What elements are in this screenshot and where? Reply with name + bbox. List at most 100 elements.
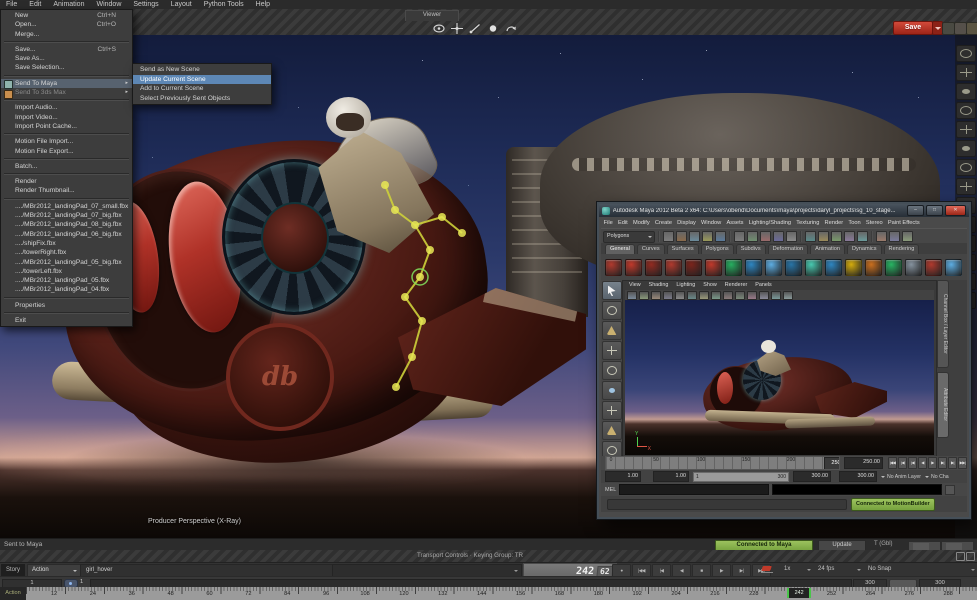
status-line-icon[interactable] (663, 231, 674, 242)
anim-layer-dropdown[interactable]: No Anim Layer (887, 474, 921, 480)
file-menu-item-mbr2012-landingpad-07-small-fbx[interactable]: ..../MBr2012_landingPad_07_small.fbx (1, 202, 132, 211)
maya-menu-toon[interactable]: Toon (846, 220, 864, 226)
anim-end-field[interactable]: 300.00 (839, 471, 877, 482)
action-track-label[interactable]: Action (0, 587, 26, 600)
file-menu-item-motion-file-export[interactable]: Motion File Export... (1, 147, 132, 156)
maya-titlebar[interactable]: Autodesk Maya 2012 Beta 2 x64: C:\Users\… (599, 204, 969, 217)
shelf-icon[interactable] (805, 259, 822, 276)
side-tab-channel-box[interactable]: Channel Box / Layer Editor (937, 280, 949, 368)
maya-menu-edit[interactable]: Edit (615, 220, 630, 226)
mel-input[interactable] (619, 484, 769, 495)
shelf-tab-curves[interactable]: Curves (637, 244, 665, 254)
menubar-item-edit[interactable]: Edit (23, 0, 47, 9)
shelf-icon[interactable] (845, 259, 862, 276)
go-to-start-button[interactable]: |◀◀ (888, 457, 897, 469)
maya-menu-render[interactable]: Render (822, 220, 846, 226)
character-dropdown[interactable]: No Cha (931, 474, 949, 480)
dolly-icon[interactable] (486, 22, 499, 34)
status-line-icon[interactable] (715, 231, 726, 242)
pan-icon[interactable] (450, 22, 463, 34)
file-menu-item-mbr2012-landingpad-05-big-fbx[interactable]: ..../MBr2012_landingPad_05_big.fbx (1, 258, 132, 267)
panel-toolbar-icon[interactable] (711, 291, 721, 300)
status-line-icon[interactable] (902, 231, 913, 242)
current-time-field[interactable]: 250.00 (844, 457, 883, 469)
maya-menu-window[interactable]: Window (698, 220, 723, 226)
dock-icon[interactable] (956, 552, 965, 561)
panel-toolbar-icon[interactable] (651, 291, 661, 300)
story-tab[interactable]: Story (1, 564, 25, 576)
viewer-tab[interactable]: Viewer (405, 10, 459, 21)
file-menu-item-mbr2012-landingpad-05-fbx[interactable]: ..../MBr2012_landingPad_05.fbx (1, 276, 132, 285)
status-line-icon[interactable] (689, 231, 700, 242)
panel-toolbar-icon[interactable] (783, 291, 793, 300)
scale-icon[interactable] (956, 102, 976, 119)
panel-menu-panels[interactable]: Panels (751, 282, 775, 288)
maya-menu-stereo[interactable]: Stereo (863, 220, 885, 226)
character-caret[interactable] (925, 476, 929, 480)
status-line-icon[interactable] (786, 231, 797, 242)
panel-toolbar-icon[interactable] (627, 291, 637, 300)
panel-toolbar-icon[interactable] (759, 291, 769, 300)
maya-menu-lighting-shading[interactable]: Lighting/Shading (746, 220, 794, 226)
status-line-icon[interactable] (889, 231, 900, 242)
translate-icon[interactable] (956, 64, 976, 81)
status-line-icon[interactable] (857, 231, 868, 242)
scale-tool[interactable] (602, 381, 622, 400)
menubar-item-help[interactable]: Help (250, 0, 276, 9)
panel-toolbar-icon[interactable] (687, 291, 697, 300)
status-line-icon[interactable] (702, 231, 713, 242)
close-button[interactable]: ✕ (945, 205, 966, 216)
shelf-tab-general[interactable]: General (605, 244, 635, 254)
maya-menu-display[interactable]: Display (675, 220, 699, 226)
play-button[interactable]: ▶ (928, 457, 937, 469)
revert-view-icon[interactable] (504, 22, 517, 34)
panel-toolbar-icon[interactable] (675, 291, 685, 300)
show-manipulator-tool[interactable] (602, 421, 622, 440)
submenu-item-select-previously-sent-objects[interactable]: Select Previously Sent Objects (133, 94, 271, 104)
maya-3d-viewport[interactable]: Y X (625, 300, 934, 455)
file-menu-item-open[interactable]: Open...Ctrl+O (1, 20, 132, 29)
status-line-icon[interactable] (831, 231, 842, 242)
file-menu-item-render-thumbnail[interactable]: Render Thumbnail... (1, 186, 132, 195)
menu-set-dropdown[interactable]: Polygons (603, 231, 655, 243)
panel-toolbar-icon[interactable] (735, 291, 745, 300)
shelf-tab-dynamics[interactable]: Dynamics (847, 244, 882, 254)
shelf-icon[interactable] (605, 259, 622, 276)
panel-toolbar-icon[interactable] (639, 291, 649, 300)
file-menu-item-new[interactable]: NewCtrl+N (1, 11, 132, 20)
orbit-icon[interactable] (432, 22, 445, 34)
range-slider-bar[interactable]: 1 300 (694, 473, 788, 481)
file-menu-item-import-audio[interactable]: Import Audio... (1, 103, 132, 112)
anim-start-field[interactable]: 1.00 (605, 471, 641, 482)
file-menu-item-towerright-fbx[interactable]: ..../towerRight.fbx (1, 248, 132, 257)
maya-menu-create[interactable]: Create (652, 220, 674, 226)
maya-menu-file[interactable]: File (601, 220, 615, 226)
maya-time-slider[interactable]: 050100150200250250 (605, 456, 840, 470)
shelf-tab-surfaces[interactable]: Surfaces (667, 244, 699, 254)
playback-end-field[interactable]: 300.00 (793, 471, 831, 482)
shelf-icon[interactable] (885, 259, 902, 276)
panel-toolbar-icon[interactable] (747, 291, 757, 300)
status-line-icon[interactable] (747, 231, 758, 242)
viewer-3d-viewport[interactable]: db Producer Perspective (X-Ray) Autod (0, 35, 977, 538)
shelf-icon[interactable] (725, 259, 742, 276)
play-reverse-button[interactable]: ◀ (918, 457, 927, 469)
shelf-tab-animation[interactable]: Animation (810, 244, 845, 254)
file-menu-item-properties[interactable]: Properties (1, 301, 132, 310)
status-line-icon[interactable] (734, 231, 745, 242)
menubar-item-window[interactable]: Window (90, 0, 127, 9)
snap-dropdown[interactable]: No Snap (864, 564, 977, 576)
step-back-key-button[interactable]: |◀ (898, 457, 907, 469)
shelf-icon[interactable] (665, 259, 682, 276)
menubar-item-settings[interactable]: Settings (127, 0, 164, 9)
shelf-icon[interactable] (685, 259, 702, 276)
menubar-item-layout[interactable]: Layout (165, 0, 198, 9)
maya-menu-paint-effects[interactable]: Paint Effects (885, 220, 922, 226)
menubar-item-animation[interactable]: Animation (47, 0, 90, 9)
file-menu-item-mbr2012-landingpad-07-big-fbx[interactable]: ..../MBr2012_landingPad_07_big.fbx (1, 211, 132, 220)
menubar-item-python-tools[interactable]: Python Tools (198, 0, 250, 9)
file-menu-item-mbr2012-landingpad-08-big-fbx[interactable]: ..../MBr2012_landingPad_08_big.fbx (1, 220, 132, 229)
submenu-item-update-current-scene[interactable]: Update Current Scene (133, 75, 271, 85)
shelf-icon[interactable] (825, 259, 842, 276)
maya-menu-modify[interactable]: Modify (630, 220, 652, 226)
